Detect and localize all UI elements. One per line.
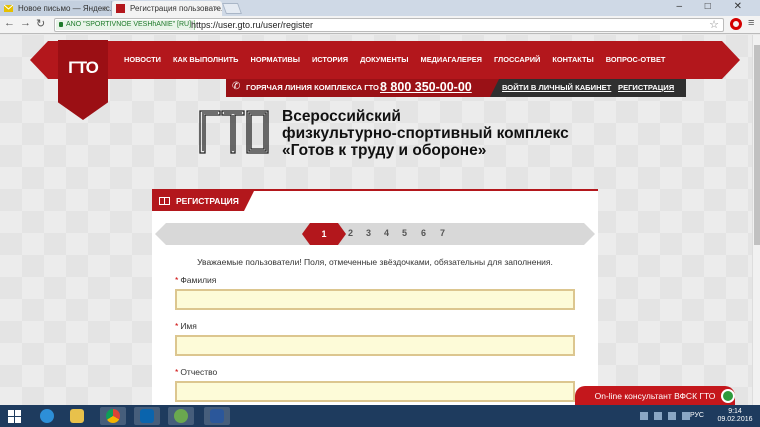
firstname-input[interactable] [175, 335, 575, 356]
tray-arrow-icon[interactable] [640, 412, 648, 420]
tab-title: Регистрация пользовате... [130, 4, 222, 13]
step-7[interactable]: 7 [440, 228, 445, 238]
opera-icon[interactable] [730, 18, 742, 30]
patronymic-label: * Отчество [175, 367, 218, 377]
step-4[interactable]: 4 [384, 228, 389, 238]
page-viewport: НОВОСТИ КАК ВЫПОЛНИТЬ НОРМАТИВЫ ИСТОРИЯ … [0, 35, 752, 405]
lastname-label: * Фамилия [175, 275, 217, 285]
windows-start-icon[interactable] [8, 410, 21, 423]
yandex-mail-icon [4, 4, 13, 12]
consultant-status-icon [721, 389, 735, 403]
clock-time: 9:14 [728, 408, 742, 415]
gto-favicon-icon [116, 4, 125, 13]
registration-tab: РЕГИСТРАЦИЯ [152, 191, 254, 211]
required-mark: * [175, 275, 179, 285]
title-line-1: Всероссийский [282, 108, 401, 125]
browser-tab-bar: Новое письмо — Яндекс... × Регистрация п… [0, 0, 760, 16]
tab-title: Новое письмо — Яндекс... [18, 4, 112, 13]
close-tab-icon[interactable]: × [214, 1, 219, 16]
online-consultant-button[interactable]: On-line консультант ВФСК ГТО [575, 386, 735, 406]
required-fields-notice: Уважаемые пользователи! Поля, отмеченные… [197, 257, 553, 267]
flag-icon[interactable] [682, 412, 690, 420]
lastname-input[interactable] [175, 289, 575, 310]
registration-card: РЕГИСТРАЦИЯ 1 2 3 4 5 6 7 Уважаемые поль… [152, 189, 598, 405]
menu-item-contacts[interactable]: КОНТАКТЫ [552, 55, 593, 64]
menu-item-faq[interactable]: ВОПРОС-ОТВЕТ [606, 55, 666, 64]
tab-registration[interactable]: Регистрация пользовате... × [112, 1, 222, 16]
phone-icon: ✆ [232, 81, 241, 92]
register-link[interactable]: РЕГИСТРАЦИЯ [618, 83, 674, 92]
address-bar-row: ← → ↻ ANO "SPORTIVNOE VESHhANIE" [RU] ht… [0, 16, 760, 34]
step-indicator: 1 2 3 4 5 6 7 [155, 223, 595, 245]
menu-item-how-to[interactable]: КАК ВЫПОЛНИТЬ [173, 55, 239, 64]
hotline-phone[interactable]: 8 800 350-00-00 [380, 80, 472, 94]
menu-item-documents[interactable]: ДОКУМЕНТЫ [360, 55, 408, 64]
word-icon[interactable] [204, 407, 230, 425]
form-icon [159, 197, 170, 205]
url-input[interactable]: ANO "SPORTIVNOE VESHhANIE" [RU] https://… [54, 18, 724, 32]
step-6[interactable]: 6 [421, 228, 426, 238]
forward-button[interactable]: → [20, 17, 31, 29]
gto-emblem-icon [199, 110, 269, 154]
close-tab-icon[interactable]: × [103, 1, 108, 16]
required-mark: * [175, 367, 179, 377]
main-menu: НОВОСТИ КАК ВЫПОЛНИТЬ НОРМАТИВЫ ИСТОРИЯ … [124, 55, 665, 64]
volume-icon[interactable] [668, 412, 676, 420]
gto-logo[interactable]: ГТО [58, 40, 108, 120]
windows-taskbar: РУС 9:14 09.02.2016 [0, 405, 760, 427]
step-1[interactable]: 1 [302, 223, 346, 245]
ev-certificate-badge[interactable]: ANO "SPORTIVNOE VESHhANIE" [RU] [56, 20, 196, 30]
title-line-3: «Готов к труду и обороне» [282, 142, 487, 159]
step-2[interactable]: 2 [348, 228, 353, 238]
title-line-2: физкультурно-спортивный комплекс [282, 125, 569, 142]
patronymic-input[interactable] [175, 381, 575, 402]
clock-date: 09.02.2016 [717, 416, 753, 423]
file-explorer-icon[interactable] [64, 407, 90, 425]
menu-item-glossary[interactable]: ГЛОССАРИЙ [494, 55, 540, 64]
app-icon[interactable] [168, 407, 194, 425]
browser-menu-icon[interactable]: ≡ [748, 17, 754, 29]
hotline-label: ГОРЯЧАЯ ЛИНИЯ КОМПЛЕКСА ГТО [246, 83, 379, 92]
system-clock[interactable]: 9:14 09.02.2016 [716, 408, 754, 424]
url-text: https://user.gto.ru/user/register [191, 20, 314, 30]
tab-yandex-mail[interactable]: Новое письмо — Яндекс... × [0, 1, 112, 16]
gto-title: Всероссийский физкультурно-спортивный ко… [282, 108, 602, 159]
hotline-bar: ✆ ГОРЯЧАЯ ЛИНИЯ КОМПЛЕКСА ГТО 8 800 350-… [226, 79, 686, 97]
scrollbar-thumb[interactable] [754, 45, 760, 245]
input-language[interactable]: РУС [690, 412, 704, 419]
window-controls[interactable]: – □ ✕ [676, 1, 752, 12]
chrome-icon[interactable] [100, 407, 126, 425]
required-mark: * [175, 321, 179, 331]
step-5[interactable]: 5 [402, 228, 407, 238]
back-button[interactable]: ← [4, 17, 15, 29]
outlook-icon[interactable] [134, 407, 160, 425]
registration-tab-label: РЕГИСТРАЦИЯ [176, 196, 239, 206]
hotline-section: ✆ ГОРЯЧАЯ ЛИНИЯ КОМПЛЕКСА ГТО 8 800 350-… [226, 79, 499, 97]
menu-item-news[interactable]: НОВОСТИ [124, 55, 161, 64]
firstname-label: * Имя [175, 321, 197, 331]
network-icon[interactable] [654, 412, 662, 420]
reload-button[interactable]: ↻ [36, 17, 45, 30]
menu-item-norms[interactable]: НОРМАТИВЫ [251, 55, 300, 64]
new-tab-button[interactable] [221, 3, 243, 14]
menu-item-history[interactable]: ИСТОРИЯ [312, 55, 348, 64]
menu-item-media[interactable]: МЕДИАГАЛЕРЕЯ [421, 55, 482, 64]
logo-text: ГТО [68, 58, 99, 77]
page-scrollbar[interactable] [752, 35, 760, 405]
login-link[interactable]: ВОЙТИ В ЛИЧНЫЙ КАБИНЕТ [502, 83, 611, 92]
step-3[interactable]: 3 [366, 228, 371, 238]
bookmark-star-icon[interactable]: ☆ [709, 18, 719, 31]
internet-explorer-icon[interactable] [34, 407, 60, 425]
